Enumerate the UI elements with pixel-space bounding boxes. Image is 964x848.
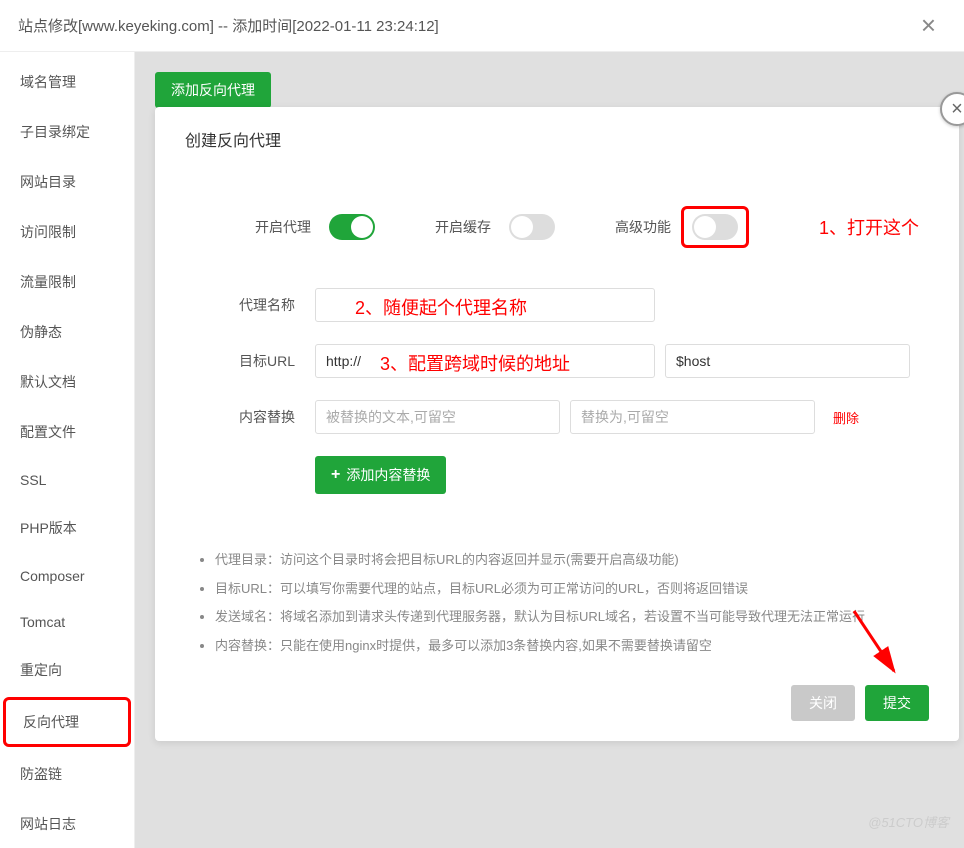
help-item: 目标URL：可以填写你需要代理的站点，目标URL必须为可正常访问的URL，否则将…	[215, 575, 919, 604]
advanced-toggle[interactable]	[692, 214, 738, 240]
help-item: 发送域名：将域名添加到请求头传递到代理服务器，默认为目标URL域名，若设置不当可…	[215, 603, 919, 632]
sidebar-item-traffic[interactable]: 流量限制	[0, 257, 134, 307]
add-replace-row: + 添加内容替换	[195, 456, 919, 494]
add-reverse-proxy-button[interactable]: 添加反向代理	[155, 72, 271, 108]
sidebar-item-tomcat[interactable]: Tomcat	[0, 599, 134, 645]
add-content-replace-button[interactable]: + 添加内容替换	[315, 456, 446, 494]
sidebar-item-pseudo[interactable]: 伪静态	[0, 307, 134, 357]
sidebar-item-subdir[interactable]: 子目录绑定	[0, 107, 134, 157]
help-item: 内容替换：只能在使用nginx时提供，最多可以添加3条替换内容,如果不需要替换请…	[215, 632, 919, 661]
advanced-highlight-box	[681, 206, 749, 248]
header: 站点修改[www.keyeking.com] -- 添加时间[2022-01-1…	[0, 0, 964, 52]
proxy-name-input[interactable]	[315, 288, 655, 322]
modal-footer: 关闭 提交	[155, 670, 959, 721]
toggle-group-proxy: 开启代理	[255, 214, 375, 240]
sidebar-item-domain[interactable]: 域名管理	[0, 57, 134, 107]
sidebar-item-config[interactable]: 配置文件	[0, 407, 134, 457]
sidebar-item-reverse-proxy[interactable]: 反向代理	[3, 697, 131, 747]
create-proxy-modal: × 创建反向代理 开启代理 开启缓存 高级功能	[155, 107, 959, 741]
host-input[interactable]	[665, 344, 910, 378]
content-replace-label: 内容替换	[195, 407, 295, 427]
sidebar-item-sitedir[interactable]: 网站目录	[0, 157, 134, 207]
cancel-button[interactable]: 关闭	[791, 685, 855, 721]
toggle-row: 开启代理 开启缓存 高级功能 1、打开这个	[195, 206, 919, 248]
modal-title: 创建反向代理	[155, 107, 959, 166]
toggle-group-advanced: 高级功能	[615, 206, 749, 248]
sidebar-item-access[interactable]: 访问限制	[0, 207, 134, 257]
header-title: 站点修改[www.keyeking.com] -- 添加时间[2022-01-1…	[18, 15, 439, 36]
sidebar-item-hotlink[interactable]: 防盗链	[0, 749, 134, 799]
sidebar-item-redirect[interactable]: 重定向	[0, 645, 134, 695]
add-replace-label: 添加内容替换	[346, 465, 430, 485]
sidebar-item-defaultdoc[interactable]: 默认文档	[0, 357, 134, 407]
main-area: 域名管理 子目录绑定 网站目录 访问限制 流量限制 伪静态 默认文档 配置文件 …	[0, 52, 964, 848]
target-url-row: 目标URL 3、配置跨域时候的地址	[195, 344, 919, 378]
proxy-name-row: 代理名称 2、随便起个代理名称	[195, 288, 919, 322]
target-url-label: 目标URL	[195, 351, 295, 371]
sidebar-item-composer[interactable]: Composer	[0, 553, 134, 599]
sidebar-item-php[interactable]: PHP版本	[0, 503, 134, 553]
enable-proxy-toggle[interactable]	[329, 214, 375, 240]
modal-body: 开启代理 开启缓存 高级功能 1、打开这个	[155, 166, 959, 526]
help-list: 代理目录：访问这个目录时将会把目标URL的内容返回并显示(需要开启高级功能) 目…	[175, 526, 959, 670]
submit-button[interactable]: 提交	[865, 685, 929, 721]
replace-from-input[interactable]	[315, 400, 560, 434]
plus-icon: +	[331, 466, 340, 484]
enable-proxy-label: 开启代理	[255, 217, 311, 237]
watermark: @51CTO博客	[868, 812, 949, 831]
enable-cache-label: 开启缓存	[435, 217, 491, 237]
target-url-input[interactable]	[315, 344, 655, 378]
enable-cache-toggle[interactable]	[509, 214, 555, 240]
content-replace-row: 内容替换 删除	[195, 400, 919, 434]
advanced-label: 高级功能	[615, 217, 671, 237]
sidebar-item-ssl[interactable]: SSL	[0, 457, 134, 503]
content-area: 添加反向代理 × 创建反向代理 开启代理 开启缓存 高级功	[135, 52, 964, 848]
replace-to-input[interactable]	[570, 400, 815, 434]
annotation-1: 1、打开这个	[819, 214, 919, 240]
close-icon[interactable]: ×	[911, 10, 946, 41]
help-item: 代理目录：访问这个目录时将会把目标URL的内容返回并显示(需要开启高级功能)	[215, 546, 919, 575]
sidebar: 域名管理 子目录绑定 网站目录 访问限制 流量限制 伪静态 默认文档 配置文件 …	[0, 52, 135, 848]
proxy-name-label: 代理名称	[195, 295, 295, 315]
toggle-group-cache: 开启缓存	[435, 214, 555, 240]
delete-replace-link[interactable]: 删除	[833, 408, 859, 427]
